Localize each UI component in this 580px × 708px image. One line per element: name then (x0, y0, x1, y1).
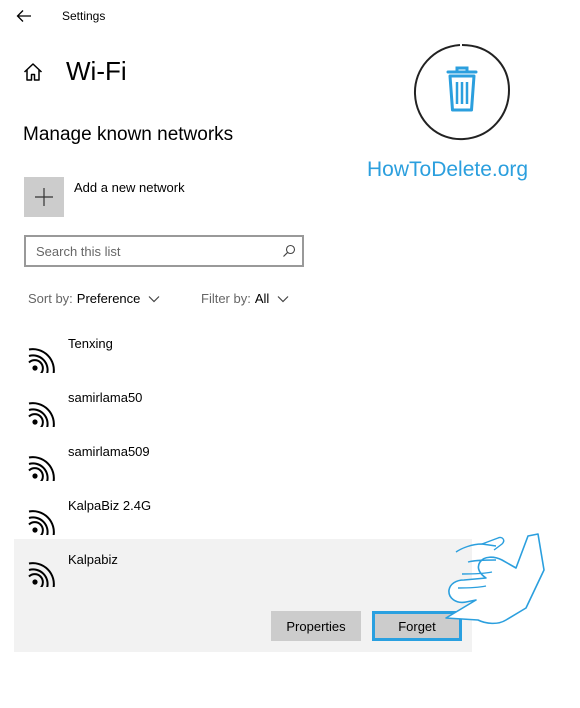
home-icon (23, 63, 43, 81)
page-title: Wi-Fi (66, 56, 127, 86)
search-input[interactable] (26, 237, 286, 265)
sort-value: Preference (76, 291, 141, 306)
search-icon[interactable] (282, 244, 296, 258)
network-item[interactable]: samirlama509 (14, 444, 472, 498)
back-arrow-icon (16, 10, 31, 22)
network-item[interactable]: Tenxing (14, 336, 472, 390)
network-name: samirlama50 (68, 390, 143, 405)
wifi-icon (28, 402, 55, 427)
plus-icon (35, 188, 53, 206)
network-item[interactable]: samirlama50 (14, 390, 472, 444)
network-name: samirlama509 (68, 444, 150, 459)
network-name: Tenxing (68, 336, 113, 351)
search-box (24, 235, 304, 267)
add-network-label[interactable]: Add a new network (74, 180, 185, 195)
back-button[interactable] (10, 4, 38, 28)
wifi-icon (28, 562, 55, 587)
add-network-button[interactable] (24, 177, 64, 217)
watermark-text: HowToDelete.org (367, 158, 529, 181)
wifi-icon (28, 510, 55, 535)
network-item-selected[interactable]: Kalpabiz Properties Forget (14, 539, 472, 652)
wifi-icon (28, 348, 55, 373)
filter-value: All (254, 291, 270, 306)
properties-button[interactable]: Properties (271, 611, 361, 641)
chevron-down-icon (277, 295, 289, 302)
wifi-icon (28, 456, 55, 481)
network-name: Kalpabiz (68, 552, 118, 567)
home-button[interactable] (22, 61, 44, 83)
sort-dropdown[interactable]: Sort by: Preference (28, 291, 160, 306)
filter-label: Filter by: (201, 291, 251, 306)
window-title: Settings (62, 9, 106, 23)
filter-dropdown[interactable]: Filter by: All (201, 291, 289, 306)
hand-pointer-icon (445, 533, 545, 625)
chevron-down-icon (148, 295, 160, 302)
trash-icon (413, 44, 511, 141)
network-name: KalpaBiz 2.4G (68, 498, 152, 513)
section-title: Manage known networks (23, 124, 234, 145)
sort-label: Sort by: (28, 291, 73, 306)
